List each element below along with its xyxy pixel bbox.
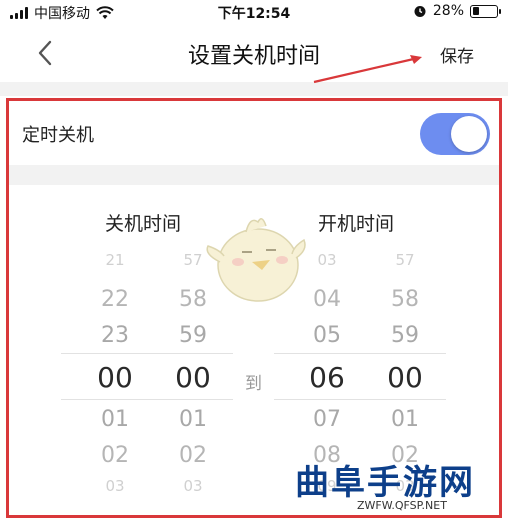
page-title: 设置关机时间	[187, 44, 320, 69]
status-bar: 中国移动 下午12:54 28%	[0, 0, 508, 24]
alarm-icon	[414, 6, 426, 17]
battery-percent: 28%	[432, 3, 464, 19]
battery-icon	[470, 4, 501, 18]
annotation-arrow	[313, 55, 422, 84]
save-button[interactable]: 保存	[440, 42, 474, 67]
status-right: 28%	[413, 3, 501, 19]
watermark-title: 曲阜手游网	[295, 463, 475, 503]
divider	[0, 82, 508, 96]
nav-bar: 设置关机时间 保存	[0, 24, 508, 82]
battery-fill	[472, 7, 479, 15]
watermark-url: ZWFW.QFSP.NET	[357, 499, 447, 512]
mascot-watermark	[206, 218, 306, 302]
site-watermark: 曲阜手游网 ZWFW.QFSP.NET	[295, 455, 505, 512]
